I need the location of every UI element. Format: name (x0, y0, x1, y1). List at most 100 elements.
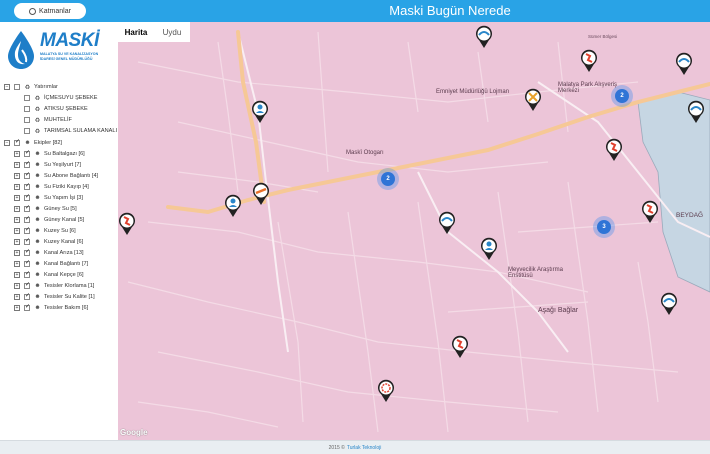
water-truck-marker-icon[interactable] (660, 292, 678, 316)
water-drop-logo-icon (8, 31, 34, 69)
excavator-marker-icon[interactable] (252, 182, 270, 206)
tab-uydu[interactable]: Uydu (154, 22, 190, 42)
tree-checkbox[interactable] (24, 106, 30, 112)
marker-cluster[interactable]: 2 (615, 89, 629, 103)
tree-checkbox[interactable] (24, 292, 30, 300)
expand-icon[interactable]: + (14, 261, 20, 267)
tree-checkbox[interactable] (24, 193, 30, 201)
team-icon: ☻ (34, 305, 41, 311)
tree-item[interactable]: + ☻Tesisler Klorlama [1] (14, 281, 94, 291)
tree-item-label: Kuzey Kanal [6] (44, 239, 84, 245)
tree-item[interactable]: + ☻Güney Kanal [5] (14, 215, 84, 225)
footer-link[interactable]: Turlak Teknoloji (347, 445, 381, 451)
team-icon: ☻ (34, 250, 41, 256)
tools-marker-icon[interactable] (524, 88, 542, 112)
tree-group-yatirimlar[interactable]: − ♻ Yatırımlar (4, 82, 58, 92)
team-icon: ☻ (34, 151, 41, 157)
worker-marker-icon[interactable] (251, 100, 269, 124)
water-truck-marker-icon[interactable] (438, 211, 456, 235)
tree-checkbox[interactable] (24, 281, 30, 289)
tree-item-label: Güney Su [5] (44, 206, 77, 212)
tree-checkbox[interactable] (24, 204, 30, 212)
worker-marker-icon[interactable] (224, 194, 242, 218)
tree-checkbox[interactable] (24, 128, 30, 134)
sewer-pipe-marker-icon[interactable] (605, 138, 623, 162)
expand-icon[interactable]: + (14, 173, 20, 179)
layers-button-label: Katmanlar (39, 7, 71, 15)
expand-icon[interactable]: + (14, 272, 20, 278)
expand-icon[interactable]: + (14, 305, 20, 311)
tree-item[interactable]: + ☻Tesisler Bakım [6] (14, 303, 88, 313)
tree-item-label: MUHTELİF (44, 117, 72, 123)
tree-checkbox[interactable] (24, 248, 30, 256)
tree-checkbox[interactable] (24, 259, 30, 267)
tree-item[interactable]: + ☻Su Yapım İşi [3] (14, 193, 83, 203)
layers-button[interactable]: Katmanlar (14, 3, 86, 19)
tree-item[interactable]: + ☻Su Abone Bağlantı [4] (14, 171, 98, 181)
expand-icon[interactable]: + (14, 250, 20, 256)
map-label-otogar: Maskî Otogarı (346, 150, 384, 156)
water-truck-marker-icon[interactable] (675, 52, 693, 76)
tree-checkbox[interactable] (24, 182, 30, 190)
chlorination-marker-icon[interactable] (377, 379, 395, 403)
tree-item-label: TARIMSAL SULAMA KANALI (44, 128, 118, 134)
tree-item[interactable]: ♻ TARIMSAL SULAMA KANALI (24, 126, 117, 136)
water-truck-marker-icon[interactable] (687, 100, 705, 124)
tab-harita[interactable]: Harita (118, 22, 154, 42)
map-view[interactable]: Harita Uydu Emniyet Müdürlüğü Lojman Mal… (118, 22, 710, 440)
map-label-asagi-baglar: Aşağı Bağlar (538, 307, 579, 314)
sewer-pipe-marker-icon[interactable] (580, 49, 598, 73)
tree-checkbox[interactable] (24, 270, 30, 278)
expand-icon[interactable]: + (14, 195, 20, 201)
tree-checkbox[interactable] (24, 160, 30, 168)
tree-checkbox[interactable] (24, 171, 30, 179)
team-icon: ☻ (34, 217, 41, 223)
tree-item[interactable]: + ☻Tesisler Su Kalite [1] (14, 292, 95, 302)
tree-checkbox[interactable] (24, 303, 30, 311)
tree-checkbox[interactable] (24, 215, 30, 223)
worker-marker-icon[interactable] (480, 237, 498, 261)
tree-item[interactable]: + ☻Su Baltalgazı [6] (14, 149, 85, 159)
tree-item[interactable]: ♻ ATIKSU ŞEBEKE (24, 104, 88, 114)
tree-item[interactable]: ♻ İÇMESUYU ŞEBEKE (24, 93, 97, 103)
tree-item[interactable]: + ☻Kuzey Kanal [6] (14, 237, 83, 247)
collapse-icon[interactable]: − (4, 84, 10, 90)
tree-item[interactable]: + ☻Kuzey Su [6] (14, 226, 76, 236)
tree-item[interactable]: + ☻Kanal Bağlantı [7] (14, 259, 88, 269)
expand-icon[interactable]: + (14, 206, 20, 212)
tree-checkbox[interactable] (14, 138, 20, 146)
expand-icon[interactable]: + (14, 217, 20, 223)
tree-item[interactable]: ♻ MUHTELİF (24, 115, 72, 125)
tree-checkbox[interactable] (14, 84, 20, 90)
expand-icon[interactable]: + (14, 294, 20, 300)
water-truck-marker-icon[interactable] (475, 25, 493, 49)
tree-checkbox[interactable] (24, 237, 30, 245)
tree-item[interactable]: + ☻Su Yeşilyurt [7] (14, 160, 81, 170)
expand-icon[interactable]: + (14, 184, 20, 190)
marker-cluster[interactable]: 3 (597, 220, 611, 234)
sidebar: MASKİ MALATYA SU VE KANALİZASYON İDARESİ… (0, 22, 118, 440)
tree-checkbox[interactable] (24, 117, 30, 123)
tree-item[interactable]: + ☻Güney Su [5] (14, 204, 77, 214)
sewer-pipe-marker-icon[interactable] (118, 212, 136, 236)
collapse-icon[interactable]: − (4, 140, 10, 146)
sewer-pipe-marker-icon[interactable] (451, 335, 469, 359)
expand-icon[interactable]: + (14, 239, 20, 245)
tree-item[interactable]: + ☻Kanal Kepçe [6] (14, 270, 84, 280)
tree-checkbox[interactable] (24, 149, 30, 157)
tree-checkbox[interactable] (24, 226, 30, 234)
tree-item[interactable]: + ☻Su Fiziki Kayıp [4] (14, 182, 89, 192)
sewer-pipe-marker-icon[interactable] (641, 200, 659, 224)
expand-icon[interactable]: + (14, 228, 20, 234)
tree-checkbox[interactable] (24, 95, 30, 101)
expand-icon[interactable]: + (14, 151, 20, 157)
marker-cluster[interactable]: 2 (381, 172, 395, 186)
expand-icon[interactable]: + (14, 283, 20, 289)
tree-item-label: Su Abone Bağlantı [4] (44, 173, 99, 179)
tree-group-ekipler[interactable]: − ☻ Ekipler [82] (4, 138, 62, 148)
logo-subtitle: MALATYA SU VE KANALİZASYON İDARESİ GENEL… (40, 52, 99, 61)
expand-icon[interactable]: + (14, 162, 20, 168)
tree-item-label: Tesisler Bakım [6] (44, 305, 89, 311)
tree-item[interactable]: + ☻Kanal Arıza [13] (14, 248, 84, 258)
tree-item-label: Su Fiziki Kayıp [4] (44, 184, 89, 190)
